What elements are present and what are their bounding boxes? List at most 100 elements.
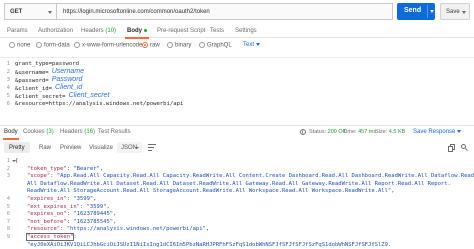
view-raw-button[interactable]: Raw [34,142,56,153]
body-type-urlencoded[interactable]: x-www-form-urlencoded [74,42,146,49]
body-type-selector: none form-data x-www-form-urlencoded raw… [0,41,474,53]
copy-icon[interactable] [448,144,456,152]
status-label: Status: [309,129,327,135]
view-visualize-button[interactable]: Visualize [84,142,118,153]
radio-icon[interactable] [74,42,80,48]
tab-label: Headers [60,129,83,135]
json-string: "eyJ0eXAiOiJKV1QiLCJhbGciOiJSUzI1NiIsIng… [27,241,392,248]
json-code: "expires_in": "3599", [27,196,97,202]
tab-label: Body [4,129,18,135]
chevron-down-icon[interactable] [430,10,434,13]
wrap-lines-icon[interactable] [148,144,156,151]
tab-label: Body [127,28,142,34]
size-readout: Size: 4.5 KB [375,129,405,135]
tab-settings[interactable]: Settings [235,28,257,34]
view-label: Pretty [9,145,25,151]
json-code: All Dataflow.ReadWrite.All Dataset.Read.… [27,181,451,187]
view-label: Preview [60,145,82,151]
code-line: 6 &resource=https://analysis.windows.net/… [0,101,474,109]
json-punctuation: , [93,196,97,202]
code-content: grant_type=password [15,61,79,67]
radio-label: x-www-form-urlencoded [82,42,146,49]
body-type-binary[interactable]: binary [167,42,191,49]
tab-label: Settings [235,28,257,34]
response-body-viewer[interactable]: 1 {2 "token_type": "Bearer", 3 "scope": "App… [0,156,474,249]
tab-tests[interactable]: Tests [210,28,224,34]
globe-icon[interactable] [300,129,306,135]
line-number: 2 [6,69,10,75]
radio-icon[interactable] [167,42,173,48]
body-format-select[interactable]: Text [243,42,261,48]
json-string: "3599" [73,196,94,202]
json-string: "Bearer" [73,165,100,172]
json-punctuation: , [391,188,395,195]
chevron-down-icon [457,129,462,133]
view-pretty-button[interactable]: Pretty [4,142,30,153]
save-label: Save [446,9,460,15]
tab-label: Headers [81,28,104,34]
body-type-form-data[interactable]: form-data [36,42,70,49]
body-type-graphql[interactable]: GraphQL [199,42,232,49]
json-string: ReadWrite.All StorageAccount.Read.All St… [27,188,392,195]
radio-icon[interactable] [199,42,205,48]
response-tab-test-results[interactable]: Test Results [98,129,131,135]
json-punctuation: : [60,226,67,233]
placeholder-note: Username [51,68,84,75]
code-text: grant_type=password [15,61,79,67]
body-format-label: Text [243,42,255,48]
chevron-down-icon [135,147,139,149]
json-key: "expires_in" [27,196,67,202]
search-icon[interactable] [461,144,469,152]
json-punctuation: , [113,211,117,218]
save-response-button[interactable]: Save Response [413,129,462,135]
json-key: "token_type" [27,165,67,172]
json-code: "access_token": [25,233,77,241]
view-preview-button[interactable]: Preview [55,142,86,153]
radio-label: binary [175,42,192,49]
line-number: 4 [6,85,10,91]
json-string: "3599" [86,203,107,210]
json-code: "not_before": "1623785545", [27,219,116,225]
json-key: "scope" [27,173,51,180]
json-key: "not_before" [27,218,67,225]
active-tab-indicator [3,138,19,140]
code-text: &username= Username [15,68,84,76]
size-label: Size: [375,129,388,135]
tab-headers[interactable]: Headers (10) [81,28,116,34]
json-string: "https://analysis.windows.net/powerbi/ap… [66,226,206,233]
radio-icon[interactable] [9,42,15,48]
json-code: "resource": "https://analysis.windows.ne… [27,226,209,232]
response-tab-headers[interactable]: Headers (16) [60,129,95,135]
radio-label: GraphQL [207,42,232,49]
url-input[interactable]: https://login.microsoftonline.com/common… [56,3,393,20]
response-tab-cookies[interactable]: Cookies (3) [23,129,54,135]
code-content: &client_secret= [15,94,66,100]
send-button[interactable]: Send [397,3,435,20]
tab-body[interactable]: Body [125,28,149,39]
tab-label: Tests [210,28,225,34]
time-label: Time: [343,129,357,135]
send-divider [427,5,428,18]
body-type-raw[interactable]: raw [142,42,160,49]
line-number: 8 [6,226,10,233]
chevron-down-icon [256,42,261,46]
line-number: 5 [6,93,10,99]
request-body-editor[interactable]: 1 grant_type=password 2 &username= Username… [0,57,474,113]
active-tab-indicator [125,37,149,39]
json-string: All Dataflow.ReadWrite.All Dataset.Read.… [27,180,451,187]
line-number: 9 [6,234,10,240]
chevron-down-icon [462,11,466,14]
tab-pre-request-script[interactable]: Pre-request Script [157,28,205,34]
time-readout: Time: 457 ms [343,129,376,135]
method-select[interactable]: GET [4,3,56,20]
save-button[interactable]: Save [440,3,470,20]
code-text: &client_secret= Client_secret [15,92,109,100]
tab-authorization[interactable]: Authorization [38,28,73,34]
response-tab-body[interactable]: Body [3,129,19,140]
response-format-select[interactable]: JSON [117,142,142,153]
body-type-none[interactable]: none [9,42,30,49]
radio-icon[interactable] [36,42,42,48]
radio-checked-icon[interactable] [142,42,148,48]
tab-label: Test Results [98,129,131,135]
tab-params[interactable]: Params [7,28,28,34]
